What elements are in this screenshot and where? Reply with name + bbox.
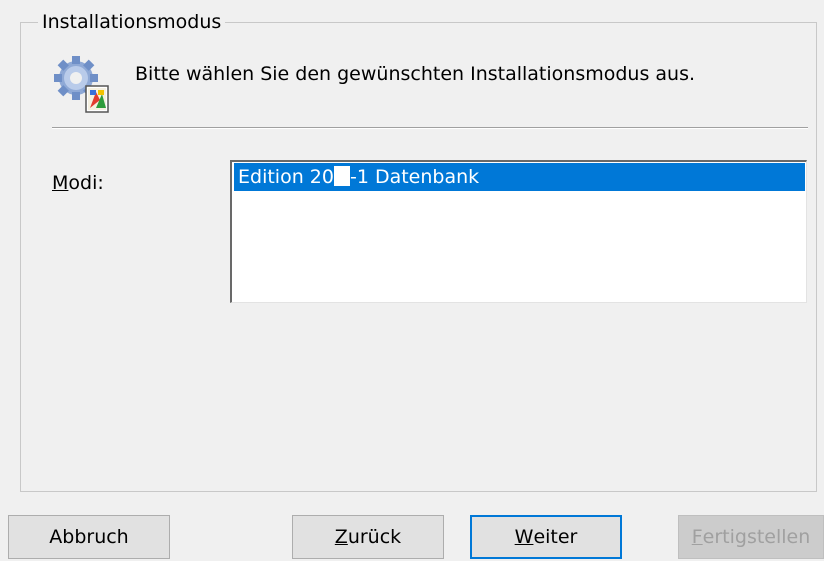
modi-label: Modi:	[52, 172, 104, 194]
redaction-block	[333, 166, 350, 186]
back-button[interactable]: Zurück	[292, 515, 444, 559]
list-item[interactable]: Edition 20 -1 Datenbank	[234, 163, 805, 191]
finish-button[interactable]: Fertigstellen	[678, 515, 824, 559]
next-button[interactable]: Weiter	[470, 515, 622, 559]
modi-listbox[interactable]: Edition 20 -1 Datenbank	[230, 160, 807, 303]
header-separator	[52, 127, 808, 129]
cancel-button[interactable]: Abbruch	[8, 515, 170, 559]
header-instruction: Bitte wählen Sie den gewünschten Install…	[135, 63, 696, 85]
setup-gear-icon	[52, 56, 112, 116]
groupbox-title: Installationsmodus	[38, 10, 226, 34]
